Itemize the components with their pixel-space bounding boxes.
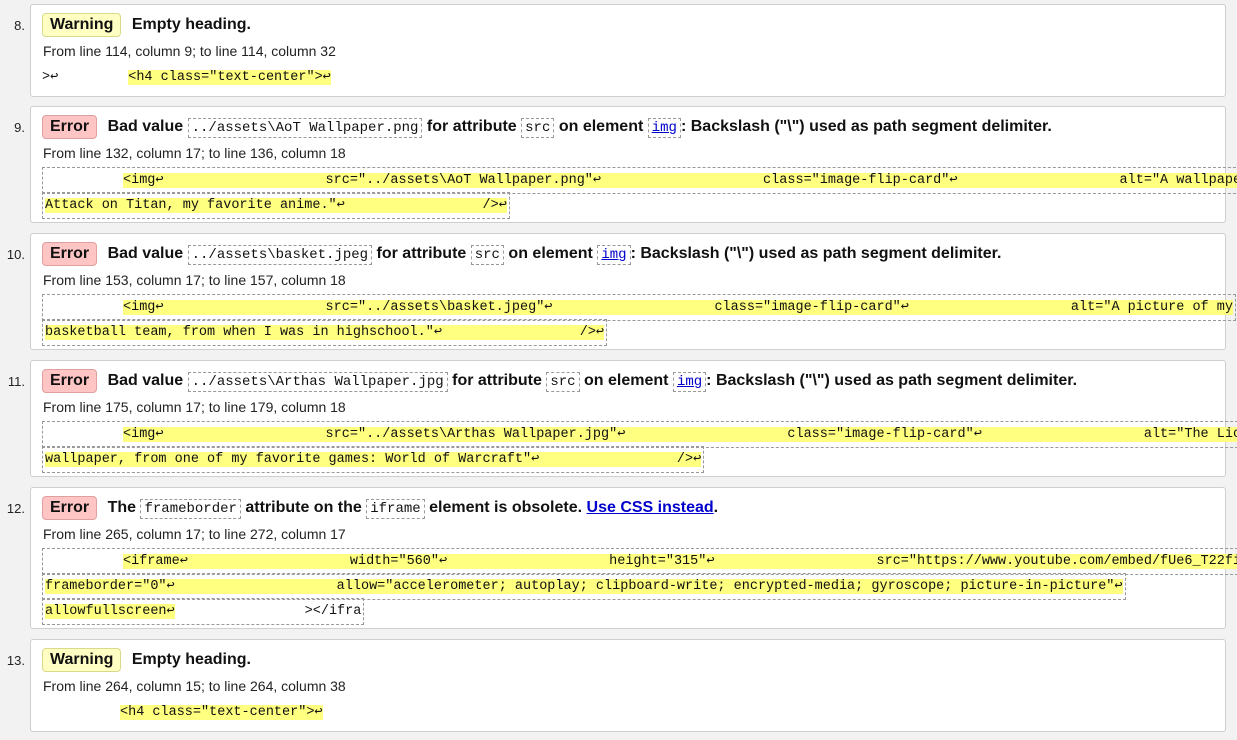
message-text: : Backslash ("\") used as path segment d…: [630, 245, 1002, 262]
code-value: ../assets\basket.jpeg: [187, 245, 373, 265]
message-text: element is obsolete.: [429, 499, 583, 516]
message-card: Error Bad value ../assets\Arthas Wallpap…: [30, 360, 1237, 477]
message-card: Warning Empty heading. From line 114, co…: [30, 4, 1226, 97]
code-attribute: src: [546, 372, 580, 392]
element-link[interactable]: img: [647, 118, 681, 138]
message-location: From line 264, column 15; to line 264, c…: [43, 678, 346, 694]
error-badge: Error: [42, 496, 98, 520]
message-text: for attribute: [376, 245, 467, 262]
extract-highlight: <h4 class="text-center">↩: [120, 705, 323, 720]
message-location: From line 153, column 17; to line 157, c…: [43, 272, 346, 288]
code-extract: <img↩ src="../assets\basket.jpeg"↩ class…: [42, 294, 1236, 346]
code-extract: <iframe↩ width="560"↩ height="315"↩ src=…: [42, 548, 1237, 625]
extract-tail: ></ifra: [304, 604, 362, 619]
message-location: From line 175, column 17; to line 179, c…: [43, 399, 346, 415]
message-card: Error Bad value ../assets\basket.jpeg fo…: [30, 233, 1236, 350]
message-text: Bad value: [107, 372, 184, 389]
extract-line: <img↩ src="../assets\basket.jpeg"↩ class…: [123, 300, 1233, 315]
message-heading: Error Bad value ../assets\Arthas Wallpap…: [42, 369, 1077, 393]
element-link[interactable]: img: [672, 372, 707, 392]
code-extract: >↩ <h4 class="text-center">↩: [42, 65, 331, 90]
code-extract: <img↩ src="../assets\AoT Wallpaper.png"↩…: [42, 167, 1237, 219]
code-attribute: src: [521, 118, 555, 138]
code-attribute: src: [470, 245, 504, 265]
extract-line: frameborder="0"↩ allow="accelerometer; a…: [45, 579, 1123, 594]
code-extract: <img↩ src="../assets\Arthas Wallpaper.jp…: [42, 421, 1237, 473]
message-text: : Backslash ("\") used as path segment d…: [680, 118, 1052, 135]
extract-line: <iframe↩ width="560"↩ height="315"↩ src=…: [123, 554, 1237, 569]
message-card: Warning Empty heading. From line 264, co…: [30, 639, 1226, 732]
error-badge: Error: [42, 115, 98, 139]
message-card: Error The frameborder attribute on the i…: [30, 487, 1237, 629]
extract-line: <img↩ src="../assets\Arthas Wallpaper.jp…: [123, 427, 1237, 442]
message-heading: Warning Empty heading.: [42, 648, 251, 672]
code-element: iframe: [366, 499, 425, 519]
message-text: on element: [558, 118, 644, 135]
warning-badge: Warning: [42, 648, 122, 672]
message-number: 11.: [7, 374, 25, 389]
element-link[interactable]: img: [597, 245, 631, 265]
code-attribute: frameborder: [140, 499, 241, 519]
extract-line: Attack on Titan, my favorite anime."↩ />…: [45, 198, 507, 213]
message-text: Bad value: [107, 245, 184, 262]
code-value: ../assets\Arthas Wallpaper.jpg: [187, 372, 448, 392]
message-number: 12.: [6, 501, 25, 516]
message-text: .: [713, 499, 719, 516]
message-location: From line 114, column 9; to line 114, co…: [43, 43, 336, 59]
message-location: From line 132, column 17; to line 136, c…: [43, 145, 346, 161]
error-badge: Error: [42, 242, 98, 266]
extract-highlight: <h4 class="text-center">↩: [128, 70, 331, 85]
message-text: Empty heading.: [131, 16, 251, 33]
message-text: for attribute: [452, 372, 542, 389]
message-number: 9.: [14, 120, 25, 135]
message-text: : Backslash ("\") used as path segment d…: [706, 372, 1078, 389]
message-location: From line 265, column 17; to line 272, c…: [43, 526, 346, 542]
extract-prefix: >↩: [42, 70, 59, 85]
extract-line: allowfullscreen↩: [45, 604, 175, 619]
message-text: for attribute: [426, 118, 517, 135]
warning-badge: Warning: [42, 13, 122, 37]
message-heading: Error Bad value ../assets\basket.jpeg fo…: [42, 242, 1001, 266]
message-text: The: [107, 499, 137, 516]
message-heading: Error The frameborder attribute on the i…: [42, 496, 718, 520]
code-value: ../assets\AoT Wallpaper.png: [187, 118, 423, 138]
use-css-link[interactable]: Use CSS instead: [587, 499, 714, 516]
message-text: attribute on the: [245, 499, 362, 516]
message-text: on element: [508, 245, 593, 262]
message-card: Error Bad value ../assets\AoT Wallpaper.…: [30, 106, 1237, 223]
message-text: Empty heading.: [131, 651, 251, 668]
extract-line: wallpaper, from one of my favorite games…: [45, 452, 702, 467]
extract-line: basketball team, from when I was in high…: [45, 325, 605, 340]
extract-line: <img↩ src="../assets\AoT Wallpaper.png"↩…: [123, 173, 1237, 188]
message-text: Bad value: [107, 118, 184, 135]
message-heading: Error Bad value ../assets\AoT Wallpaper.…: [42, 115, 1052, 139]
message-number: 13.: [6, 653, 25, 668]
message-text: on element: [584, 372, 669, 389]
message-number: 10.: [6, 247, 25, 262]
error-badge: Error: [42, 369, 98, 393]
message-number: 8.: [14, 18, 25, 33]
message-heading: Warning Empty heading.: [42, 13, 251, 37]
code-extract: <h4 class="text-center">↩: [120, 700, 323, 725]
